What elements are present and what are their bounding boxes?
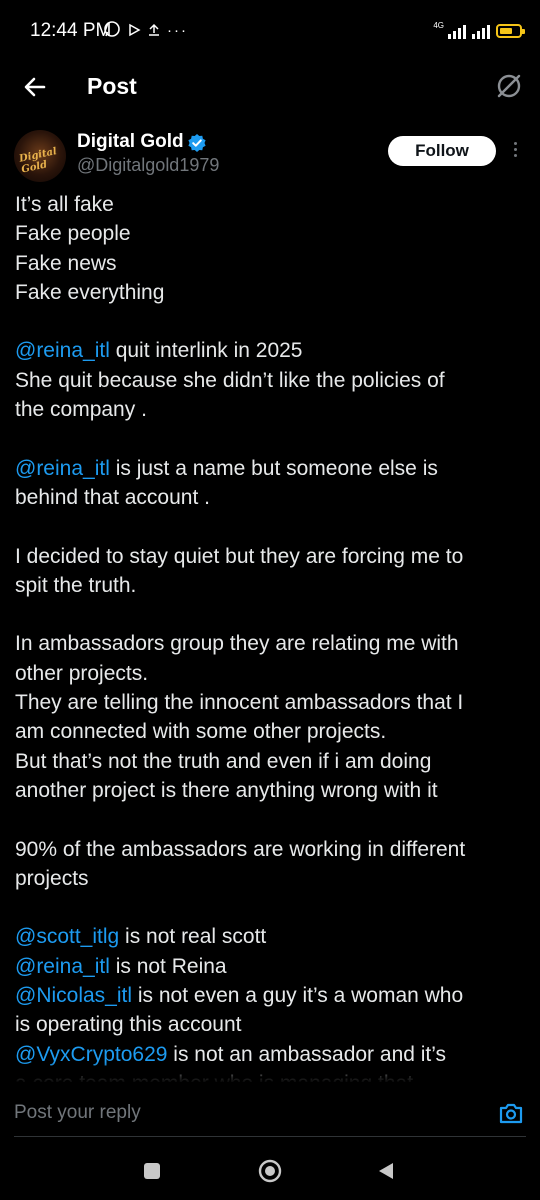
circle-home-icon[interactable] [258, 1159, 282, 1183]
post-line: @reina_itl is just a name but someone el… [15, 454, 530, 483]
post-text-segment: In ambassadors group they are relating m… [15, 632, 459, 656]
post-line: It’s all fake [15, 190, 530, 219]
post-line: behind that account . [15, 483, 530, 512]
whatsapp-icon [104, 21, 120, 37]
post-text-segment: am connected with some other projects. [15, 720, 387, 744]
grok-icon[interactable] [494, 71, 524, 101]
post-text-segment: Fake everything [15, 280, 165, 304]
post-line: another project is there anything wrong … [15, 776, 530, 805]
author-handle[interactable]: @Digitalgold1979 [77, 155, 219, 176]
post-text-segment: behind that account . [15, 485, 210, 509]
post-line: am connected with some other projects. [15, 717, 530, 746]
post-text-segment: is just a name but someone else is [109, 456, 438, 480]
post-line: is operating this account [15, 1010, 530, 1039]
top-bar: Post [0, 62, 540, 112]
post-text-segment: is operating this account [15, 1013, 242, 1037]
post-text-segment: projects [15, 866, 89, 890]
post-line: Fake news [15, 249, 530, 278]
arrow-left-icon[interactable] [20, 72, 50, 102]
post-line: other projects. [15, 659, 530, 688]
mention-link[interactable]: @Nicolas_itl [15, 984, 132, 1007]
post-text-segment: is not real scott [119, 925, 267, 949]
post-line: spit the truth. [15, 571, 530, 600]
post-line: @scott_itlg is not real scott [15, 922, 530, 951]
post-line: projects [15, 864, 530, 893]
mention-link[interactable]: @reina_itl [15, 955, 110, 978]
post-text: It’s all fake Fake people Fake news Fake ev… [15, 190, 530, 1098]
notification-icons: ··· [103, 20, 188, 39]
post-line: @reina_itl is not Reina [15, 952, 530, 981]
more-notifications-icon: ··· [167, 22, 188, 39]
post-line: They are telling the innocent ambassador… [15, 688, 530, 717]
square-icon[interactable] [144, 1163, 160, 1179]
post-text-segment: is not even a guy it’s a woman who [132, 984, 464, 1008]
battery-icon [496, 24, 525, 38]
post-line: the company . [15, 395, 530, 424]
post-line: In ambassadors group they are relating m… [15, 629, 530, 658]
system-nav-bar [0, 1138, 540, 1200]
system-indicators: 4G [433, 20, 525, 42]
post-text-segment: another project is there anything wrong … [15, 778, 438, 802]
post-text-segment: spit the truth. [15, 573, 137, 597]
post-text-segment: It’s all fake [15, 193, 114, 216]
play-icon [129, 23, 141, 37]
post-text-segment: Fake news [15, 251, 117, 275]
avatar-logo-text: Digital Gold [18, 146, 58, 176]
post-text-segment: is not Reina [109, 954, 227, 978]
post-line: 90% of the ambassadors are working in di… [15, 835, 530, 864]
mention-link[interactable]: @scott_itlg [15, 925, 119, 948]
reply-bar [0, 1082, 540, 1138]
signal-icon-2 [472, 23, 490, 39]
triangle-back-icon[interactable] [377, 1161, 395, 1181]
post-line: But that’s not the truth and even if i a… [15, 747, 530, 776]
post-author: Digital Gold Digital Gold @Digitalgold19… [0, 126, 540, 186]
post-line: She quit because she didn’t like the pol… [15, 366, 530, 395]
page-title: Post [87, 73, 137, 99]
upload-icon [149, 23, 159, 36]
post-line: Fake everything [15, 278, 530, 307]
post-text-segment: She quit because she didn’t like the pol… [15, 368, 445, 392]
status-time: 12:44 PM [30, 20, 112, 41]
verified-badge-icon [188, 134, 206, 152]
signal-icon [448, 23, 466, 39]
post-text-segment: quit interlink in 2025 [109, 339, 303, 363]
follow-button[interactable]: Follow [388, 136, 496, 166]
reply-input[interactable] [14, 1102, 454, 1124]
status-bar: 12:44 PM ··· 4G [0, 0, 540, 62]
network-type: 4G [433, 20, 444, 30]
post-text-segment: the company . [15, 398, 147, 422]
post-line: Fake people [15, 219, 530, 248]
camera-icon[interactable] [498, 1101, 524, 1125]
more-options-icon[interactable] [512, 140, 518, 162]
divider [14, 1136, 526, 1137]
post-text-segment: Fake people [15, 222, 131, 246]
post-line: @reina_itl quit interlink in 2025 [15, 336, 530, 365]
mention-link[interactable]: @reina_itl [15, 339, 110, 362]
mention-link[interactable]: @reina_itl [15, 457, 110, 480]
post-text-segment: I decided to stay quiet but they are for… [15, 544, 464, 568]
post-text-segment: They are telling the innocent ambassador… [15, 691, 464, 715]
post-text-segment: 90% of the ambassadors are working in di… [15, 837, 466, 861]
scroll-fade [0, 1062, 540, 1084]
post-text-segment: But that’s not the truth and even if i a… [15, 749, 432, 773]
post-line: I decided to stay quiet but they are for… [15, 542, 530, 571]
post-text-segment: other projects. [15, 661, 149, 685]
author-name[interactable]: Digital Gold [77, 131, 184, 153]
post-line: @Nicolas_itl is not even a guy it’s a wo… [15, 981, 530, 1010]
avatar[interactable]: Digital Gold [14, 130, 66, 182]
